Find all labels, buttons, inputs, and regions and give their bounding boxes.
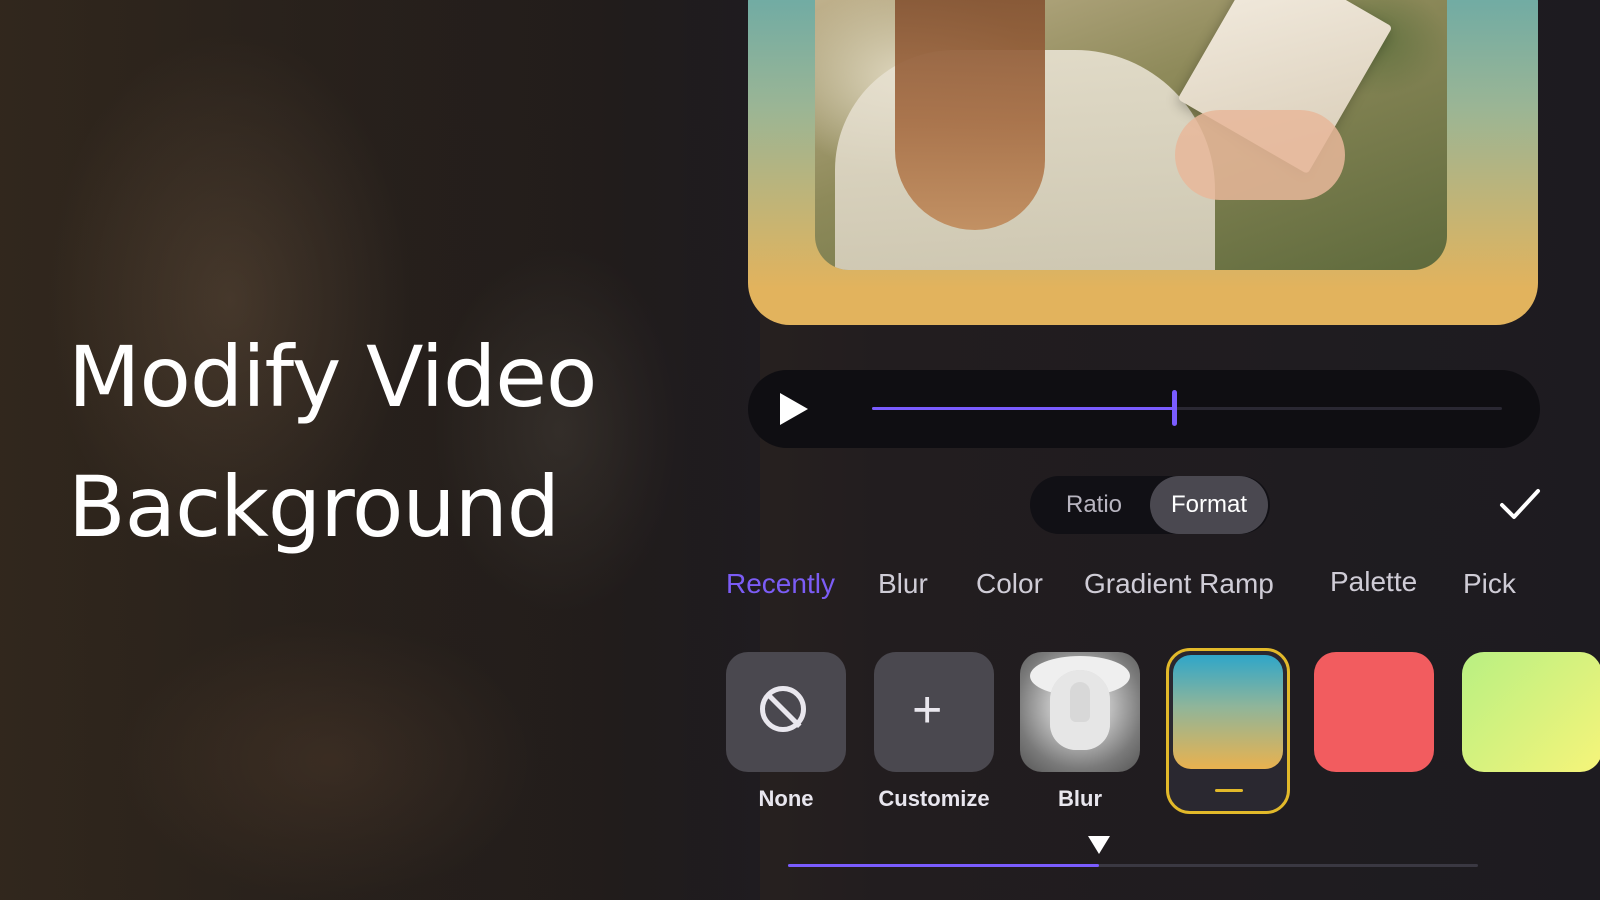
swatch-none[interactable] <box>726 652 846 772</box>
editor-panel: Ratio Format Recently Blur Color Gradien… <box>726 0 1600 900</box>
swatch-blur[interactable] <box>1020 652 1140 772</box>
swatch-label-blur: Blur <box>1058 786 1102 811</box>
ratio-format-toggle: Ratio Format <box>1030 476 1270 534</box>
preview-photo <box>815 0 1447 270</box>
tab-blur[interactable]: Blur <box>878 568 928 600</box>
playback-bar <box>748 370 1540 448</box>
headline: Modify Video Background <box>68 312 597 572</box>
tab-palette[interactable]: Palette <box>1330 566 1417 598</box>
tab-ratio[interactable]: Ratio <box>1042 476 1146 534</box>
swatch-lime[interactable] <box>1462 652 1600 772</box>
swatch-label-customize: Customize <box>878 786 990 811</box>
preview-hair <box>895 0 1045 230</box>
timeline-progress <box>872 407 1175 410</box>
check-icon[interactable] <box>1498 485 1542 525</box>
headline-line-1: Modify Video <box>68 328 597 426</box>
tab-recently[interactable]: Recently <box>726 568 835 600</box>
swatch-scrollbar[interactable] <box>788 836 1478 867</box>
tab-pick[interactable]: Pick <box>1463 568 1516 600</box>
scrollbar-progress <box>788 864 1099 867</box>
gradient-preview <box>1173 655 1283 769</box>
thumbnail-face <box>1050 670 1110 750</box>
swatch-label-none: None <box>758 786 814 811</box>
selected-indicator <box>1215 789 1243 792</box>
play-icon[interactable] <box>780 393 808 425</box>
timeline-handle[interactable] <box>1172 390 1178 426</box>
timeline-slider[interactable] <box>872 390 1502 426</box>
swatch-customize[interactable]: + <box>874 652 994 772</box>
app-screen: Modify Video Background Ratio Format Rec… <box>0 0 1600 900</box>
headline-line-2: Background <box>68 458 560 556</box>
swatch-red[interactable] <box>1314 652 1434 772</box>
swatch-gradient-selected[interactable] <box>1166 648 1290 814</box>
plus-icon: + <box>912 681 943 739</box>
tab-color[interactable]: Color <box>976 568 1043 600</box>
video-preview[interactable] <box>748 0 1538 325</box>
no-entry-icon <box>760 686 806 732</box>
tab-format[interactable]: Format <box>1150 476 1268 534</box>
tab-gradient-ramp[interactable]: Gradient Ramp <box>1084 568 1274 600</box>
background-swatches: None + Customize Blur <box>726 648 1600 832</box>
preview-hands <box>1175 110 1345 200</box>
category-tabs: Recently Blur Color Gradient Ramp Palett… <box>726 566 1600 612</box>
scroll-position-marker[interactable] <box>1087 836 1110 854</box>
